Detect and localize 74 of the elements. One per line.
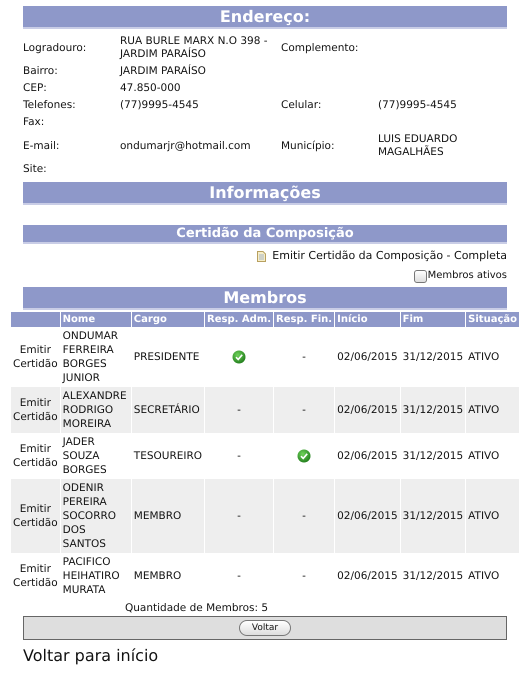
table-cell: SECRETÁRIO xyxy=(132,387,204,433)
table-cell-text: ATIVO xyxy=(467,569,500,584)
section-heading: Membros xyxy=(23,287,507,310)
table-cell: 31/12/2015 xyxy=(400,479,466,553)
certificate-link[interactable]: Emitir Certidão xyxy=(13,562,58,590)
certificate-link[interactable]: Emitir Certidão da Composição - Completa xyxy=(272,249,507,263)
section-heading: Certidão da Composição xyxy=(23,225,507,244)
table-cell: - xyxy=(237,404,241,416)
table-cell-text: PRESIDENTE xyxy=(132,350,200,365)
table-cell: - xyxy=(237,510,241,522)
header-cell xyxy=(11,312,60,327)
column-header: Resp. Fin. xyxy=(274,312,334,327)
check-icon xyxy=(232,350,246,364)
table-cell-text: 31/12/2015 xyxy=(402,449,464,464)
table-cell-text: ATIVO xyxy=(467,350,500,365)
table-cell-text: 31/12/2015 xyxy=(402,350,464,365)
table-cell: - xyxy=(237,570,241,582)
certificate-link[interactable]: Emitir Certidão xyxy=(13,343,58,371)
field-label: E-mail: xyxy=(23,138,60,154)
table-cell: - xyxy=(302,404,306,416)
field-value: JARDIM PARAÍSO xyxy=(120,63,207,79)
table-cell: 02/06/2015 xyxy=(335,387,400,433)
table-cell-text: MEMBRO xyxy=(132,569,182,584)
column-header: Início xyxy=(335,312,400,327)
field-label: Município: xyxy=(281,138,336,154)
table-cell: 31/12/2015 xyxy=(400,387,466,433)
table-cell: - xyxy=(302,570,306,582)
field-value: LUIS EDUARDO MAGALHÃES xyxy=(378,132,458,160)
field-label: CEP: xyxy=(23,81,48,96)
column-header: Cargo xyxy=(132,312,204,327)
field-value: 47.850-000 xyxy=(120,81,182,96)
field-value: RUA BURLE MARX N.O 398 - JARDIM PARAÍSO xyxy=(120,34,269,62)
field-label: Fax: xyxy=(23,115,46,130)
field-value: (77)9995-4545 xyxy=(120,98,200,113)
field-label: Celular: xyxy=(281,98,322,113)
table-cell: ALEXANDRE RODRIGO MOREIRA xyxy=(60,387,131,433)
member-count: Quantidade de Membros: 5 xyxy=(125,602,270,614)
table-cell-text: 02/06/2015 xyxy=(336,569,399,584)
column-header: Situação xyxy=(466,312,519,327)
table-cell-text: 02/06/2015 xyxy=(336,350,399,365)
checkbox[interactable] xyxy=(414,270,427,282)
table-cell-text: 02/06/2015 xyxy=(336,449,399,464)
table-cell-text: ATIVO xyxy=(467,449,500,464)
certificate-link[interactable]: Emitir Certidão xyxy=(13,442,58,470)
section-heading: Informações xyxy=(23,182,507,205)
table-cell-text: PACIFICO HEIHATIRO MURATA xyxy=(62,555,121,598)
section-heading: Endereço: xyxy=(23,6,507,29)
table-cell: 02/06/2015 xyxy=(335,479,400,553)
table-cell: ATIVO xyxy=(466,479,519,553)
field-value: ondumarjr@hotmail.com xyxy=(120,138,252,154)
document-icon xyxy=(257,250,266,262)
checkbox-label: Membros ativos xyxy=(428,269,507,283)
check-icon xyxy=(297,449,312,464)
field-label: Telefones: xyxy=(23,98,77,113)
column-header: Nome xyxy=(60,312,131,327)
table-cell: - xyxy=(302,351,306,363)
table-cell: ODENIR PEREIRA SOCORRO DOS SANTOS xyxy=(60,479,131,553)
table-cell-text: ONDUMAR FERREIRA BORGES JUNIOR xyxy=(61,329,120,386)
field-value: (77)9995-4545 xyxy=(378,98,458,113)
column-header: Fim xyxy=(400,312,466,327)
table-cell-text: 31/12/2015 xyxy=(402,569,464,584)
column-header: Resp. Adm. xyxy=(205,312,274,327)
table-cell-text: TESOUREIRO xyxy=(132,449,204,464)
field-label: Site: xyxy=(23,162,48,177)
field-label: Bairro: xyxy=(23,64,59,79)
back-button[interactable]: Voltar xyxy=(238,620,292,636)
table-cell-text: JADER SOUZA BORGES xyxy=(61,435,108,478)
table-cell: ATIVO xyxy=(466,387,519,433)
table-cell: - xyxy=(302,510,306,522)
table-cell: MEMBRO xyxy=(132,479,204,553)
table-cell: - xyxy=(237,450,241,462)
field-label: Complemento: xyxy=(281,40,360,56)
home-link[interactable]: Voltar para início xyxy=(23,646,520,665)
field-label: Logradouro: xyxy=(23,40,88,56)
